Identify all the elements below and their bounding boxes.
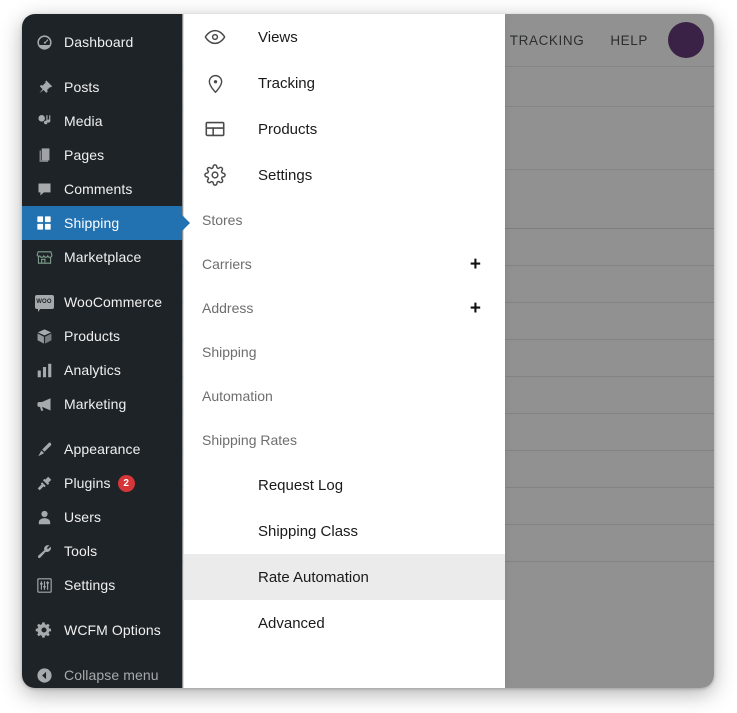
- add-address-icon[interactable]: +: [470, 299, 481, 318]
- add-carrier-icon[interactable]: +: [470, 255, 481, 274]
- sidebar-item-label: Users: [64, 509, 102, 525]
- map-pin-icon: [202, 70, 228, 96]
- flyout-item-label: Tracking: [258, 74, 315, 92]
- sidebar-item-users[interactable]: Users: [22, 500, 182, 534]
- sidebar-item-label: WooCommerce: [64, 294, 163, 310]
- topnav-link-help[interactable]: HELP: [610, 33, 648, 48]
- flyout-subitem-request-log[interactable]: Request Log: [184, 462, 505, 508]
- user-icon: [33, 507, 55, 527]
- gear-icon: [33, 620, 55, 640]
- flyout-section-label: Carriers: [202, 256, 252, 272]
- gear-icon: [202, 162, 228, 188]
- flyout-section-shipping[interactable]: Shipping: [184, 330, 505, 374]
- sidebar-item-appearance[interactable]: Appearance: [22, 432, 182, 466]
- flyout-subitem-advanced[interactable]: Advanced: [184, 600, 505, 646]
- sidebar-item-label: Marketing: [64, 396, 127, 412]
- sidebar-divider: [22, 59, 182, 70]
- flyout-section-label: Stores: [202, 212, 243, 228]
- pages-icon: [33, 145, 55, 165]
- browser-window: FEST TRACKING HELP /08 Advanced ne Ship …: [22, 14, 714, 688]
- sidebar-item-label: Shipping: [64, 215, 120, 231]
- analytics-icon: [33, 360, 55, 380]
- woo-badge-glyph: WOO: [34, 295, 54, 312]
- flyout-item-label: Products: [258, 120, 318, 138]
- layout-icon: [202, 116, 228, 142]
- sidebar-divider: [22, 602, 182, 613]
- media-icon: [33, 111, 55, 131]
- sidebar-item-media[interactable]: Media: [22, 104, 182, 138]
- sidebar-item-woocommerce[interactable]: WOO WooCommerce: [22, 285, 182, 319]
- flyout-item-label: Views: [258, 28, 298, 46]
- sidebar-item-label: Media: [64, 113, 103, 129]
- flyout-section-shipping-rates[interactable]: Shipping Rates: [184, 418, 505, 462]
- megaphone-icon: [33, 394, 55, 414]
- sidebar-item-pages[interactable]: Pages: [22, 138, 182, 172]
- flyout-item-views[interactable]: Views: [184, 14, 505, 60]
- flyout-section-label: Address: [202, 300, 254, 316]
- flyout-subitem-shipping-class[interactable]: Shipping Class: [184, 508, 505, 554]
- sidebar-item-label: Collapse menu: [64, 667, 159, 683]
- sidebar-item-marketing[interactable]: Marketing: [22, 387, 182, 421]
- sidebar-item-label: Posts: [64, 79, 100, 95]
- brush-icon: [33, 439, 55, 459]
- wrench-icon: [33, 541, 55, 561]
- sidebar-item-dashboard[interactable]: Dashboard: [22, 25, 182, 59]
- sidebar-item-label: Settings: [64, 577, 116, 593]
- sidebar-item-posts[interactable]: Posts: [22, 70, 182, 104]
- store-icon: [33, 247, 55, 267]
- wp-admin-sidebar: Dashboard Posts Media Pages Comments Shi…: [22, 14, 190, 688]
- woo-icon: WOO: [33, 292, 55, 312]
- flyout-item-settings[interactable]: Settings: [184, 152, 505, 198]
- sidebar-item-label: Plugins: [64, 475, 111, 491]
- flyout-section-label: Shipping Rates: [202, 432, 297, 448]
- plug-icon: [33, 473, 55, 493]
- flyout-section-label: Automation: [202, 388, 273, 404]
- sidebar-divider: [22, 421, 182, 432]
- sidebar-item-label: Marketplace: [64, 249, 142, 265]
- sidebar-item-shipping[interactable]: Shipping: [22, 206, 190, 240]
- sidebar-item-label: Appearance: [64, 441, 141, 457]
- flyout-section-carriers[interactable]: Carriers +: [184, 242, 505, 286]
- sliders-icon: [33, 575, 55, 595]
- shipping-flyout-panel: Views Tracking Products Settings Stores …: [183, 14, 505, 688]
- sidebar-item-label: Comments: [64, 181, 133, 197]
- topnav-link-tracking[interactable]: TRACKING: [510, 33, 585, 48]
- sidebar-divider: [22, 647, 182, 658]
- flyout-section-stores[interactable]: Stores: [184, 198, 505, 242]
- sidebar-item-analytics[interactable]: Analytics: [22, 353, 182, 387]
- pin-icon: [33, 77, 55, 97]
- sidebar-item-tools[interactable]: Tools: [22, 534, 182, 568]
- eye-icon: [202, 24, 228, 50]
- box-icon: [33, 326, 55, 346]
- flyout-section-address[interactable]: Address +: [184, 286, 505, 330]
- plugins-update-badge: 2: [117, 474, 135, 492]
- flyout-item-label: Settings: [258, 166, 313, 184]
- sidebar-item-label: Dashboard: [64, 34, 134, 50]
- sidebar-item-label: Pages: [64, 147, 105, 163]
- sidebar-item-wcfm-options[interactable]: WCFM Options: [22, 613, 182, 647]
- sidebar-item-marketplace[interactable]: Marketplace: [22, 240, 182, 274]
- sidebar-item-label: Analytics: [64, 362, 121, 378]
- dashboard-icon: [33, 32, 55, 52]
- sidebar-item-products[interactable]: Products: [22, 319, 182, 353]
- sidebar-item-settings[interactable]: Settings: [22, 568, 182, 602]
- flyout-section-automation[interactable]: Automation: [184, 374, 505, 418]
- screen-root: FEST TRACKING HELP /08 Advanced ne Ship …: [0, 0, 737, 713]
- flyout-item-products[interactable]: Products: [184, 106, 505, 152]
- sidebar-item-label: Products: [64, 328, 121, 344]
- flyout-section-label: Shipping: [202, 344, 257, 360]
- sidebar-item-plugins[interactable]: Plugins 2: [22, 466, 182, 500]
- sidebar-item-collapse-menu[interactable]: Collapse menu: [22, 658, 182, 688]
- sidebar-item-comments[interactable]: Comments: [22, 172, 182, 206]
- grid-icon: [33, 213, 55, 233]
- sidebar-divider: [22, 274, 182, 285]
- flyout-item-tracking[interactable]: Tracking: [184, 60, 505, 106]
- comment-icon: [33, 179, 55, 199]
- sidebar-item-label: WCFM Options: [64, 622, 161, 638]
- avatar[interactable]: [668, 22, 704, 58]
- flyout-subitem-rate-automation[interactable]: Rate Automation: [184, 554, 505, 600]
- sidebar-item-label: Tools: [64, 543, 98, 559]
- sidebar-spacer-top: [22, 14, 182, 25]
- collapse-icon: [33, 665, 55, 685]
